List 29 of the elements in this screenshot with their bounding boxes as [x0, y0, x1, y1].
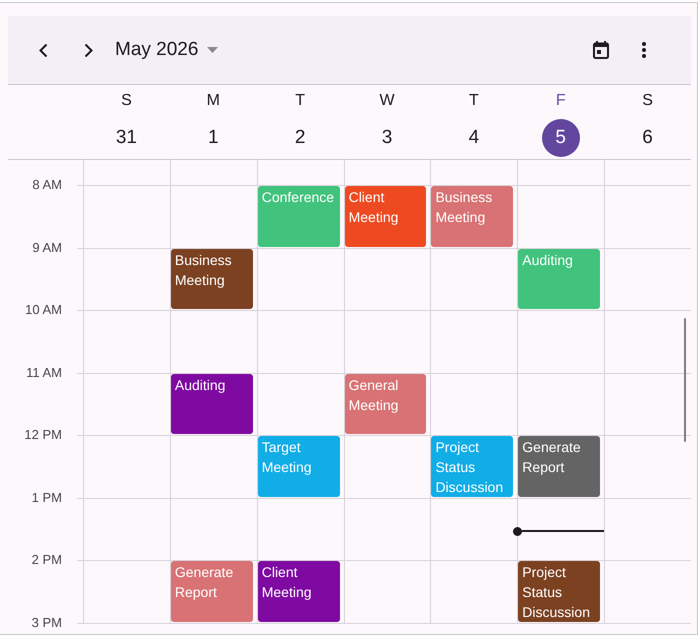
weekday-label: W — [379, 91, 395, 111]
time-label: 8 AM — [32, 176, 62, 194]
calendar-icon — [593, 41, 609, 59]
time-label: 2 PM — [32, 551, 62, 569]
chevron-left-icon — [38, 42, 48, 58]
date-label[interactable]: 2 — [294, 119, 306, 157]
today-date-badge[interactable]: 5 — [542, 119, 580, 157]
time-label: 11 AM — [26, 364, 62, 382]
date-label[interactable]: 6 — [642, 119, 653, 157]
time-label: 1 PM — [32, 488, 62, 506]
date-label[interactable]: 3 — [382, 119, 392, 157]
time-label: 12 PM — [24, 426, 62, 444]
weekday-label: M — [206, 91, 220, 111]
more-options-icon — [642, 42, 646, 58]
caret-icon — [207, 47, 218, 53]
weekday-label: S — [121, 91, 132, 111]
date-label[interactable]: 1 — [208, 119, 219, 157]
weekday-label: F — [556, 91, 566, 111]
date-label[interactable]: 31 — [116, 119, 137, 157]
chevron-right-icon — [84, 42, 92, 58]
weekday-label: S — [642, 91, 653, 111]
date-label[interactable]: 4 — [468, 119, 480, 157]
time-label: 9 AM — [32, 238, 62, 256]
weekday-label: T — [295, 91, 306, 111]
month-picker-button[interactable]: May 2026 — [115, 30, 218, 70]
weekday-label: T — [468, 91, 479, 111]
time-label: 10 AM — [25, 301, 62, 319]
time-label: 3 PM — [32, 614, 62, 632]
scrollbar-thumb[interactable] — [684, 318, 686, 442]
